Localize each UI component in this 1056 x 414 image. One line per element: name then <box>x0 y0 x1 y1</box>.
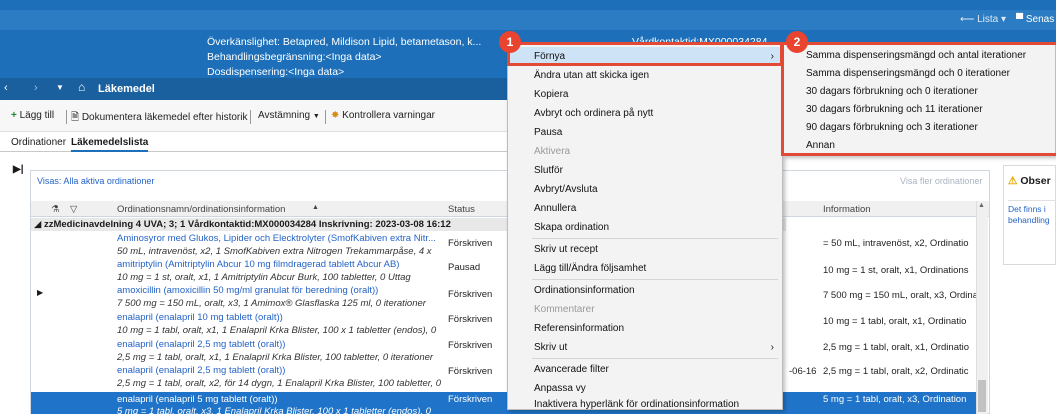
menu-item-avbryt-avsluta[interactable]: Avbryt/Avsluta <box>508 180 782 199</box>
menu-item-skapa-ordination[interactable]: Skapa ordination <box>508 218 782 237</box>
folder-icon: ▀ <box>1016 14 1024 25</box>
row-info: 10 mg = 1 tabl, oralt, x1, Ordinatio <box>823 316 967 327</box>
document-history-button[interactable]: 🗎 Dokumentera läkemedel efter historik <box>71 110 247 127</box>
limitation-info: Behandlingsbegränsning:<Inga data> <box>207 51 382 63</box>
back-icon[interactable]: ‹ <box>4 82 8 94</box>
row-status: Förskriven <box>448 238 493 249</box>
column-header-name[interactable]: Ordinationsnamn/ordinationsinformation <box>117 204 285 215</box>
divider <box>1008 200 1056 201</box>
menu-item-kopiera[interactable]: Kopiera <box>508 85 782 104</box>
menu-item-skriv-ut-recept[interactable]: Skriv ut recept <box>508 240 782 259</box>
highlight-box-1 <box>507 42 783 66</box>
row-info: 10 mg = 1 st, oralt, x1, Ordinations <box>823 265 969 276</box>
highlight-box-2 <box>781 42 1056 156</box>
menu-item-avancerade-filter-label[interactable]: Avancerade filter <box>508 360 782 379</box>
menu-down-icon[interactable]: ▼ <box>56 83 64 92</box>
observation-text-1[interactable]: Det finns i <box>1008 204 1046 214</box>
row-info: 7 500 mg = 150 mL, oralt, x3, Ordinatio <box>823 290 989 301</box>
menu-item-pausa[interactable]: Pausa <box>508 123 782 142</box>
row-detail: 2,5 mg = 1 tabl, oralt, x1, 1 Enalapril … <box>117 352 434 363</box>
context-menu: Förnya › Ändra utan att skicka igen Kopi… <box>507 44 783 410</box>
show-more-link[interactable]: Visa fler ordinationer <box>900 176 982 186</box>
menu-item-aktivera: Aktivera <box>534 146 571 157</box>
forward-icon[interactable]: › <box>34 82 38 94</box>
row-name[interactable]: Aminosyror med Glukos, Lipider och Eleck… <box>117 233 436 244</box>
tab-lakemedelslista[interactable]: Läkemedelslista <box>71 137 149 152</box>
row-status: Pausad <box>448 262 481 273</box>
row-name[interactable]: enalapril (enalapril 10 mg tablett (oral… <box>117 312 283 323</box>
row-status: Förskriven <box>448 314 493 325</box>
menu-item-folsamhet[interactable]: Lägg till/Ändra följsamhet <box>508 259 782 278</box>
menu-item-inaktivera-hyperlank[interactable]: Inaktivera hyperlänk för ordinationsinfo… <box>508 395 782 414</box>
row-status: Förskriven <box>448 394 493 405</box>
menu-item-referensinformation[interactable]: Referensinformation <box>508 319 782 338</box>
menu-item-ordinationsinformation[interactable]: Ordinationsinformation <box>508 281 782 300</box>
step-badge-1: 1 <box>499 31 521 53</box>
observation-title: ⚠ Obser <box>1008 175 1051 187</box>
row-info: 2,5 mg = 1 tabl, oralt, x1, Ordinatio <box>823 342 970 353</box>
menu-item-annullera[interactable]: Annullera <box>508 199 782 218</box>
top-strip <box>0 10 1056 30</box>
add-button[interactable]: + Lägg till <box>11 110 54 121</box>
list-link[interactable]: ⟵ Lista ▾ <box>960 14 1006 25</box>
row-detail: 2,5 mg = 1 tabl, oralt, x2, för 14 dygn,… <box>117 378 441 389</box>
page-title: Läkemedel <box>98 83 155 95</box>
filter-icon[interactable]: ▽ <box>70 204 77 215</box>
warning-check-icon: ✸ <box>331 110 340 121</box>
row-info: 5 mg = 1 tabl, oralt, x3, Ordination <box>823 394 967 405</box>
dose-dispensing-info: Dosdispensering:<Inga data> <box>207 66 345 78</box>
recent-link[interactable]: ▀ Senas <box>1016 14 1054 25</box>
row-detail: 50 mL, intravenöst, x2, 1 SmofKabiven ex… <box>117 246 432 257</box>
divider <box>66 110 67 124</box>
scrollbar-thumb[interactable] <box>978 380 986 412</box>
menu-item-avbryt-och-ordinera[interactable]: Avbryt och ordinera på nytt <box>508 104 782 123</box>
row-detail: 5 mg = 1 tabl, oralt, x3, 1 Enalapril Kr… <box>117 406 431 414</box>
plus-icon: + <box>11 110 17 121</box>
menu-item-slutfor[interactable]: Slutför <box>508 161 782 180</box>
row-detail: 7 500 mg = 150 mL, oralt, x3, 1 Amimox® … <box>117 298 426 309</box>
row-info: = 50 mL, intravenöst, x2, Ordinatio <box>823 238 969 249</box>
sort-asc-icon: ▲ <box>312 204 319 211</box>
arrow-left-icon: ⟵ <box>960 14 975 25</box>
observation-text-2[interactable]: behandling <box>1008 215 1050 225</box>
menu-item-andra-utan-att-skicka[interactable]: Ändra utan att skicka igen <box>508 66 782 85</box>
expand-icon: ◢ <box>34 219 42 230</box>
row-name[interactable]: enalapril (enalapril 2,5 mg tablett (ora… <box>117 339 285 350</box>
row-name[interactable]: amitriptylin (Amitriptylin Abcur 10 mg f… <box>117 259 399 270</box>
column-header-status[interactable]: Status <box>448 204 475 215</box>
row-status: Förskriven <box>448 289 493 300</box>
column-header-information[interactable]: Information <box>823 204 871 215</box>
allergy-info[interactable]: Överkänslighet: Betapred, Mildison Lipid… <box>207 36 481 48</box>
row-name[interactable]: enalapril (enalapril 5 mg tablett (oralt… <box>117 394 278 405</box>
home-icon[interactable]: ⌂ <box>78 80 85 94</box>
chevron-down-icon: ▾ <box>1001 14 1007 25</box>
scroll-up-icon[interactable]: ▲ <box>978 202 985 209</box>
caret-down-icon: ▼ <box>312 113 320 120</box>
warning-icon: ⚠ <box>1008 175 1018 187</box>
step-badge-2: 2 <box>786 31 808 53</box>
row-name[interactable]: amoxicillin (amoxicillin 50 mg/ml granul… <box>117 285 378 296</box>
reconcile-dropdown[interactable]: Avstämning ▼ <box>258 110 320 121</box>
row-date: -06-16 <box>789 366 817 377</box>
group-header-text: ◢ zzMedicinavdelning 4 UVA; 3; 1 Vårdkon… <box>34 219 451 230</box>
row-status: Förskriven <box>448 340 493 351</box>
collapse-icon[interactable]: ▶| <box>13 164 24 175</box>
menu-item-kommentarer: Kommentarer <box>534 304 595 315</box>
divider <box>325 110 326 124</box>
check-warnings-button[interactable]: ✸ Kontrollera varningar <box>331 110 435 121</box>
divider <box>250 110 251 124</box>
current-row-marker-icon: ▶ <box>37 288 44 297</box>
filter-text[interactable]: Visas: Alla aktiva ordinationer <box>37 176 154 186</box>
tab-ordinationer[interactable]: Ordinationer <box>11 137 66 148</box>
row-info: 2,5 mg = 1 tabl, oralt, x2, Ordinatic <box>823 366 969 377</box>
row-detail: 10 mg = 1 st, oralt, x1, 1 Amitriptylin … <box>117 272 411 283</box>
row-name[interactable]: enalapril (enalapril 2,5 mg tablett (ora… <box>117 365 285 376</box>
document-icon: 🗎 <box>71 112 80 123</box>
pill-icon: ⚗ <box>51 204 60 215</box>
row-detail: 10 mg = 1 tabl, oralt, x1, 1 Enalapril K… <box>117 325 437 336</box>
row-status: Förskriven <box>448 366 493 377</box>
menu-divider <box>532 279 778 280</box>
menu-divider <box>532 238 778 239</box>
